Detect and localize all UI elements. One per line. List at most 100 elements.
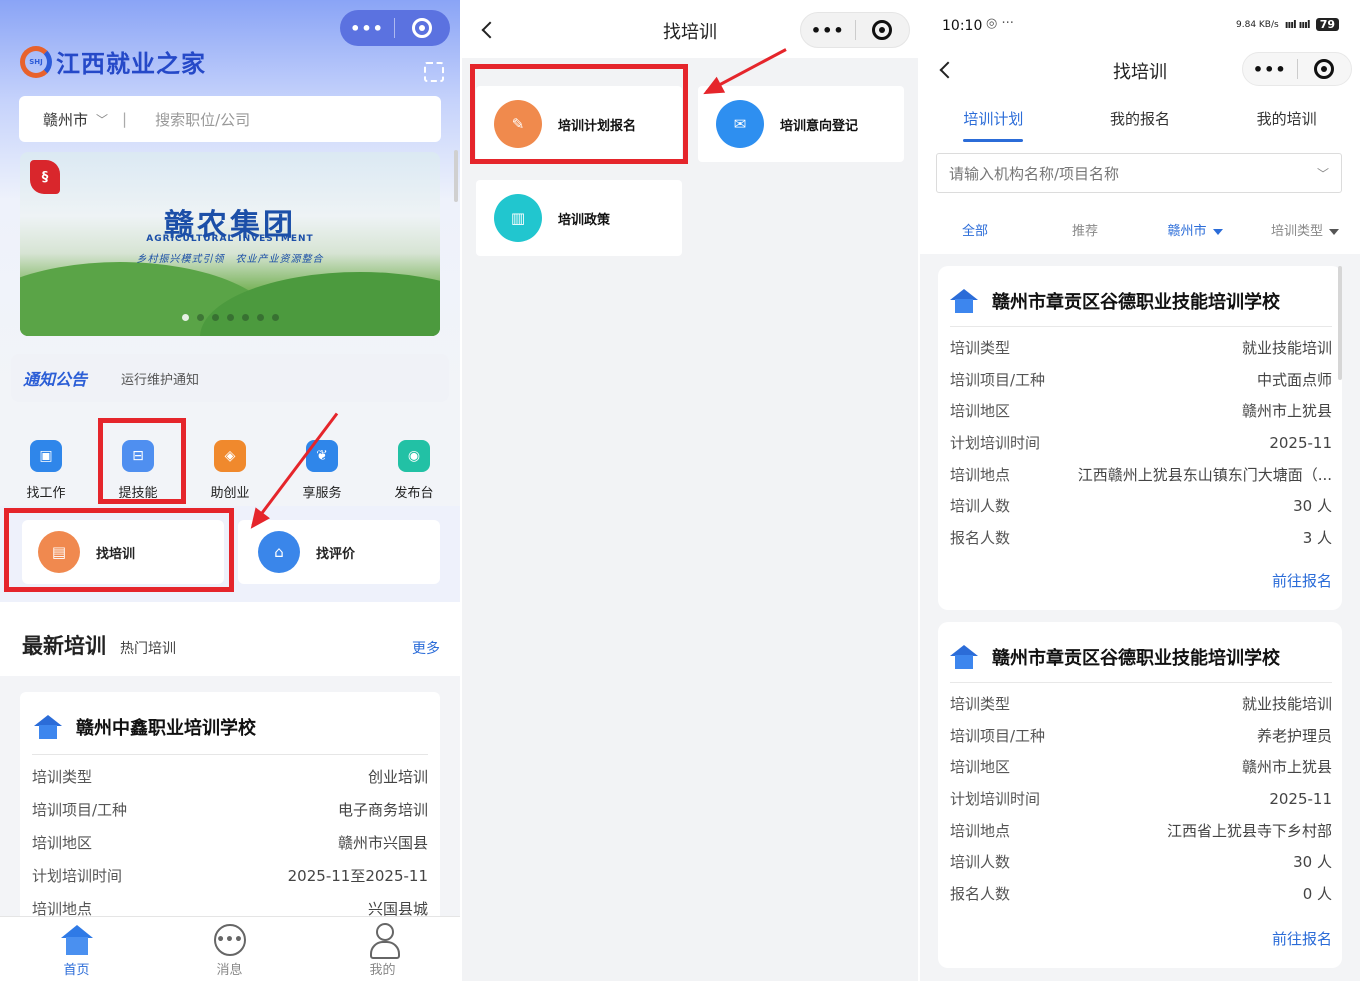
detail-row: 计划培训时间 2025-11至2025-11: [32, 867, 428, 885]
banner-en: AGRICULTURAL INVESTMENT: [146, 234, 314, 244]
scan-icon[interactable]: [424, 62, 444, 82]
tab-messages[interactable]: ••• 消息: [153, 917, 306, 981]
org-search-input[interactable]: 请输入机构名称/项目名称 ﹀: [936, 153, 1342, 193]
school-icon: [950, 289, 978, 313]
banner-subtitle: 乡村振兴模式引领 农业产业资源整合: [136, 254, 324, 265]
training-details: 培训类型 就业技能培训 培训项目/工种 养老护理员 培训地区 赣州市上犹县 计划培训时…: [950, 688, 1332, 909]
training-details: 培训类型 就业技能培训 培训项目/工种 中式面点师 培训地区 赣州市上犹县 计划培训时…: [950, 332, 1332, 553]
more-link[interactable]: 更多: [412, 638, 440, 658]
detail-row: 培训项目/工种 电子商务培训: [32, 801, 428, 819]
brand-mark-icon: §: [30, 160, 60, 194]
search-input[interactable]: 搜索职位/公司: [155, 109, 250, 130]
tab-home[interactable]: 首页: [0, 917, 153, 981]
detail-row: 培训项目/工种 中式面点师: [950, 370, 1332, 389]
filter-training-type[interactable]: 培训类型: [1250, 220, 1360, 239]
tile-startup[interactable]: ◈ 助创业: [184, 436, 276, 501]
detail-row: 培训类型 创业培训: [32, 768, 428, 786]
startup-icon: ◈: [214, 440, 246, 472]
miniprogram-capsule[interactable]: •••: [1242, 52, 1352, 86]
detail-row: 培训地点 江西赣州上犹县东山镇东门大塘面（...: [950, 465, 1332, 484]
profile-icon: [368, 923, 400, 959]
caret-down-icon: [1329, 228, 1339, 235]
feature-tiles: ▣ 找工作 ⊟ 提技能 ◈ 助创业 ❦ 享服务 ◉ 发布台: [0, 436, 460, 501]
battery-icon: 79: [1315, 18, 1340, 31]
scrollbar[interactable]: [1338, 266, 1342, 380]
briefcase-icon: ▣: [30, 440, 62, 472]
home-icon: [60, 925, 93, 955]
caret-down-icon: [1212, 228, 1223, 235]
home-screen: ••• SHJ 江西就业之家 赣州市 ﹀ | 搜索职位/公司 § 赣农集团 AG…: [0, 0, 460, 981]
filter-city[interactable]: 赣州市: [1140, 220, 1250, 239]
banner-pagination[interactable]: [20, 314, 440, 321]
close-miniprogram-icon[interactable]: [395, 18, 449, 38]
detail-row: 培训人数 30 人: [950, 853, 1332, 872]
app-logo: SHJ 江西就业之家: [20, 44, 206, 79]
chevron-down-icon[interactable]: ﹀: [96, 111, 108, 128]
find-training-screen: 找培训 ••• ✎ 培训计划报名 ✉ 培训意向登记 ▥ 培训政策: [462, 0, 918, 981]
training-plan-screen: 10:10 ◎ ··· 9.84 KB/s ıııl ıııl 79 找培训 •…: [920, 0, 1360, 981]
detail-row: 计划培训时间 2025-11: [950, 433, 1332, 453]
notice-tag: 通知公告: [23, 370, 88, 389]
detail-row: 培训类型 就业技能培训: [950, 339, 1332, 358]
detail-row: 报名人数 0 人: [950, 884, 1332, 903]
notice-text[interactable]: 运行维护通知: [121, 369, 199, 388]
miniprogram-capsule[interactable]: •••: [340, 10, 450, 46]
find-evaluation-card[interactable]: ⌂ 找评价: [238, 520, 440, 584]
section-title: 最新培训: [22, 634, 106, 658]
nav-bar: 找培训 •••: [462, 0, 918, 58]
net-speed: 9.84 KB/s: [1236, 19, 1279, 30]
more-menu-icon[interactable]: •••: [1243, 60, 1297, 79]
filter-bar: 全部 推荐 赣州市 培训类型: [920, 220, 1360, 239]
filter-recommended[interactable]: 推荐: [1030, 220, 1140, 239]
filter-all[interactable]: 全部: [920, 220, 1030, 239]
logo-mark-icon: SHJ: [20, 45, 52, 78]
org-name: 赣州中鑫职业培训学校: [76, 718, 256, 739]
more-menu-icon[interactable]: •••: [340, 19, 394, 38]
detail-row: 培训地区 赣州市兴国县: [32, 834, 428, 852]
tile-publish[interactable]: ◉ 发布台: [368, 436, 460, 501]
evaluation-icon: ⌂: [258, 531, 300, 573]
signal-icon: ıııl ıııl: [1284, 18, 1311, 31]
detail-row: 培训项目/工种 养老护理员: [950, 726, 1332, 745]
section-subtitle[interactable]: 热门培训: [120, 638, 176, 658]
training-plan-card[interactable]: 赣州市章贡区谷德职业技能培训学校 培训类型 就业技能培训 培训项目/工种 养老护理员…: [938, 622, 1342, 968]
tab-training-plan[interactable]: 培训计划: [920, 108, 1067, 152]
training-policy-card[interactable]: ▥ 培训政策: [476, 180, 682, 256]
detail-row: 培训人数 30 人: [950, 497, 1332, 516]
highlight-box: [470, 64, 688, 164]
publish-icon: ◉: [398, 440, 430, 472]
home-search-bar[interactable]: 赣州市 ﹀ | 搜索职位/公司: [19, 96, 441, 142]
status-time: 10:10: [942, 18, 983, 34]
latest-training-header: 最新培训 热门培训 更多: [22, 630, 440, 660]
close-miniprogram-icon[interactable]: [855, 20, 909, 40]
promo-banner[interactable]: § 赣农集团 AGRICULTURAL INVESTMENT 乡村振兴模式引领 …: [20, 152, 440, 336]
city-selector[interactable]: 赣州市: [43, 109, 88, 130]
notice-bar[interactable]: 通知公告 运行维护通知: [11, 354, 449, 402]
scrollbar[interactable]: [454, 150, 458, 202]
highlight-box: [98, 418, 186, 504]
tile-service[interactable]: ❦ 享服务: [276, 436, 368, 501]
more-menu-icon[interactable]: •••: [801, 21, 855, 40]
training-card[interactable]: 赣州中鑫职业培训学校 培训类型 创业培训 培训项目/工种 电子商务培训 培训地区 赣州…: [20, 692, 440, 932]
tile-find-job[interactable]: ▣ 找工作: [0, 436, 92, 501]
close-miniprogram-icon[interactable]: [1297, 59, 1351, 79]
message-icon: •••: [213, 924, 246, 956]
detail-row: 培训类型 就业技能培训: [950, 695, 1332, 714]
detail-row: 计划培训时间 2025-11: [950, 789, 1332, 809]
tab-profile[interactable]: 我的: [306, 917, 459, 981]
training-intent-register-card[interactable]: ✉ 培训意向登记: [698, 86, 904, 162]
miniprogram-capsule[interactable]: •••: [800, 12, 910, 48]
tab-my-signups[interactable]: 我的报名: [1067, 108, 1214, 152]
intent-register-icon: ✉: [716, 100, 764, 148]
detail-row: 培训地点 江西省上犹县寺下乡村部: [950, 821, 1332, 840]
app-name: 江西就业之家: [56, 50, 206, 78]
go-signup-link[interactable]: 前往报名: [1272, 570, 1332, 591]
chevron-down-icon[interactable]: ﹀: [1317, 165, 1329, 182]
go-signup-link[interactable]: 前往报名: [1272, 928, 1332, 949]
detail-row: 培训地区 赣州市上犹县: [950, 402, 1332, 421]
training-plan-card[interactable]: 赣州市章贡区谷德职业技能培训学校 培训类型 就业技能培训 培训项目/工种 中式面点师…: [938, 266, 1342, 610]
tab-my-training[interactable]: 我的培训: [1213, 108, 1360, 152]
org-name: 赣州市章贡区谷德职业技能培训学校: [992, 648, 1280, 669]
highlight-box: [4, 508, 234, 592]
org-name: 赣州市章贡区谷德职业技能培训学校: [992, 292, 1280, 313]
